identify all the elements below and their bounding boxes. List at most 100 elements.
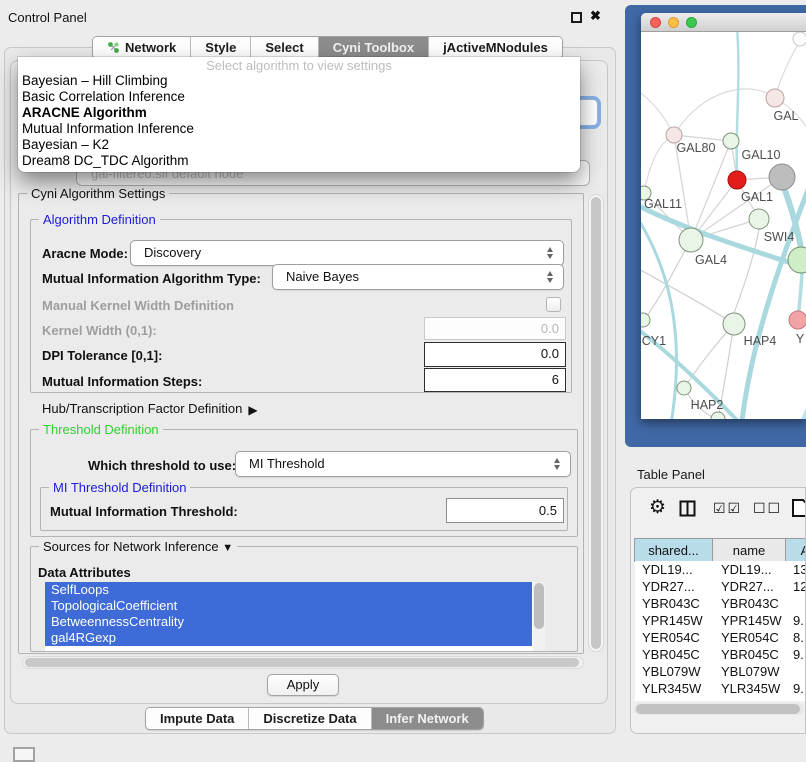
tab-impute-data[interactable]: Impute Data	[146, 708, 248, 729]
algorithm-option[interactable]: ARACNE Algorithm	[18, 105, 580, 121]
tab-infer-network[interactable]: Infer Network	[371, 708, 483, 729]
tab-label: Network	[125, 37, 176, 58]
aracne-mode-combo[interactable]: Discovery	[130, 240, 564, 266]
minimized-panel-icon[interactable]	[13, 747, 35, 762]
attribute-item[interactable]: SelfLoops	[45, 582, 532, 598]
deselect-checkboxes-icon[interactable]: ☐☐	[753, 500, 782, 517]
split-columns-icon[interactable]	[679, 500, 696, 520]
sources-legend-toggle[interactable]: Sources for Network Inference ▼	[39, 539, 237, 554]
tab-label: Cyni Toolbox	[333, 37, 414, 58]
network-node-gal1[interactable]	[749, 209, 769, 229]
network-node-hap2[interactable]	[677, 381, 691, 395]
table-row[interactable]: YLR345WYLR345W9.	[635, 680, 806, 697]
network-node-swi4[interactable]	[788, 247, 806, 273]
network-node-gal4[interactable]	[679, 228, 703, 252]
network-icon	[107, 41, 120, 54]
table-row[interactable]: YBL079WYBL079W	[635, 663, 806, 680]
tab-cyni-toolbox[interactable]: Cyni Toolbox	[318, 37, 428, 58]
column-header[interactable]: shared...	[634, 538, 713, 562]
tab-select[interactable]: Select	[250, 37, 317, 58]
select-all-checkboxes-icon[interactable]: ☑☑	[713, 500, 742, 517]
network-window: GALGAL80GAL10GAL1GAL11SWI4GAL4GCY1HAP4YH…	[641, 13, 806, 419]
column-header[interactable]: A	[785, 538, 806, 562]
table-row[interactable]: YBR045CYBR045C9.	[635, 646, 806, 663]
network-node-hap4[interactable]	[723, 313, 745, 335]
network-canvas[interactable]: GALGAL80GAL10GAL1GAL11SWI4GAL4GCY1HAP4YH…	[641, 32, 806, 418]
float-panel-icon[interactable]	[571, 12, 582, 23]
node-label: GAL	[773, 109, 798, 123]
algorithm-option[interactable]: Bayesian – K2	[18, 137, 580, 153]
column-header[interactable]: name	[712, 538, 786, 562]
settings-vertical-scrollbar-thumb[interactable]	[591, 197, 601, 649]
table-cell: YDL19...	[635, 561, 714, 578]
network-node-gcy1[interactable]	[641, 313, 650, 327]
manual-kernel-checkbox[interactable]	[546, 297, 561, 312]
node-label: GCY1	[641, 334, 666, 348]
dpi-tolerance-field[interactable]: 0.0	[424, 342, 566, 367]
algorithm-option[interactable]: Dream8 DC_TDC Algorithm	[18, 153, 580, 169]
table-cell	[788, 663, 806, 680]
algorithm-option[interactable]: Basic Correlation Inference	[18, 89, 580, 105]
hub-definition-toggle[interactable]: Hub/Transcription Factor Definition▶	[42, 401, 258, 417]
mi-threshold-field[interactable]: 0.5	[446, 498, 564, 523]
gear-icon[interactable]: ⚙	[649, 496, 666, 519]
node-label: GAL1	[741, 190, 773, 204]
table-cell: YBR043C	[635, 595, 714, 612]
node-label: GAL11	[644, 197, 682, 211]
window-zoom-icon[interactable]	[686, 17, 697, 28]
settings-horizontal-scrollbar-thumb[interactable]	[25, 658, 579, 667]
window-close-icon[interactable]	[650, 17, 661, 28]
attribute-item[interactable]: BetweennessCentrality	[45, 614, 532, 630]
window-minimize-icon[interactable]	[668, 17, 679, 28]
aracne-mode-label: Aracne Mode:	[42, 246, 128, 261]
algorithm-option[interactable]: Mutual Information Inference	[18, 121, 580, 137]
network-node-gal10-red[interactable]	[728, 171, 746, 189]
table-cell: 8.	[788, 629, 806, 646]
kernel-width-field[interactable]: 0.0	[424, 317, 566, 340]
tab-discretize-data[interactable]: Discretize Data	[248, 708, 370, 729]
tab-label: Infer Network	[386, 708, 469, 729]
control-panel-title: Control Panel	[8, 10, 87, 25]
tab-label: Impute Data	[160, 708, 234, 729]
which-threshold-combo[interactable]: MI Threshold	[235, 451, 571, 477]
settings-horizontal-scrollbar[interactable]	[22, 656, 584, 669]
network-node-gal-top[interactable]	[766, 89, 784, 107]
attribute-item[interactable]: TopologicalCoefficient	[45, 598, 532, 614]
settings-vertical-scrollbar[interactable]	[588, 194, 604, 652]
network-node-bottom[interactable]	[711, 412, 725, 419]
table-row[interactable]: YDR27...YDR27...12	[635, 578, 806, 595]
algorithm-option[interactable]: Bayesian – Hill Climbing	[18, 73, 580, 89]
application-window: Control Panel ✖ Network StyleSelect Cyni T…	[0, 0, 806, 762]
table-row[interactable]: YER054CYER054C8.	[635, 629, 806, 646]
attributes-scrollbar-thumb[interactable]	[534, 583, 544, 629]
network-edge	[644, 135, 674, 193]
table-row[interactable]: YDL19...YDL19...13	[635, 561, 806, 578]
control-panel-tabs: Network StyleSelect Cyni Toolbox jActiveMNo…	[92, 36, 563, 59]
network-node-right-pink[interactable]	[789, 311, 806, 329]
network-window-titlebar[interactable]	[641, 13, 806, 32]
hub-definition-label: Hub/Transcription Factor Definition	[42, 401, 242, 416]
attributes-scrollbar[interactable]	[533, 582, 545, 651]
network-node-gal10[interactable]	[723, 133, 739, 149]
mi-steps-label: Mutual Information Steps:	[42, 374, 202, 389]
tab-style[interactable]: Style	[190, 37, 250, 58]
attribute-item[interactable]: gal4RGexp	[45, 630, 532, 646]
table-cell: YIL052C	[714, 697, 788, 701]
table-row[interactable]: YBR043CYBR043C	[635, 595, 806, 612]
close-icon[interactable]: ✖	[590, 8, 601, 24]
dpi-tolerance-label: DPI Tolerance [0,1]:	[42, 348, 162, 363]
document-icon[interactable]	[791, 498, 806, 521]
mi-type-value: Naive Bayes	[286, 269, 359, 284]
tab-jactivemnodules[interactable]: jActiveMNodules	[428, 37, 562, 58]
table-horizontal-scrollbar[interactable]	[634, 703, 804, 715]
table-horizontal-scrollbar-thumb[interactable]	[636, 704, 800, 714]
network-node-edge-top[interactable]	[793, 32, 806, 46]
network-node-gray-hub[interactable]	[769, 164, 795, 190]
table-row[interactable]: YIL052CYIL052C9.	[635, 697, 806, 701]
table-row[interactable]: YPR145WYPR145W9.	[635, 612, 806, 629]
apply-button[interactable]: Apply	[267, 674, 339, 696]
mi-steps-field[interactable]: 6	[424, 368, 566, 392]
tab-network[interactable]: Network	[93, 37, 190, 58]
mi-type-combo[interactable]: Naive Bayes	[272, 264, 564, 290]
data-attributes-label: Data Attributes	[38, 565, 131, 580]
